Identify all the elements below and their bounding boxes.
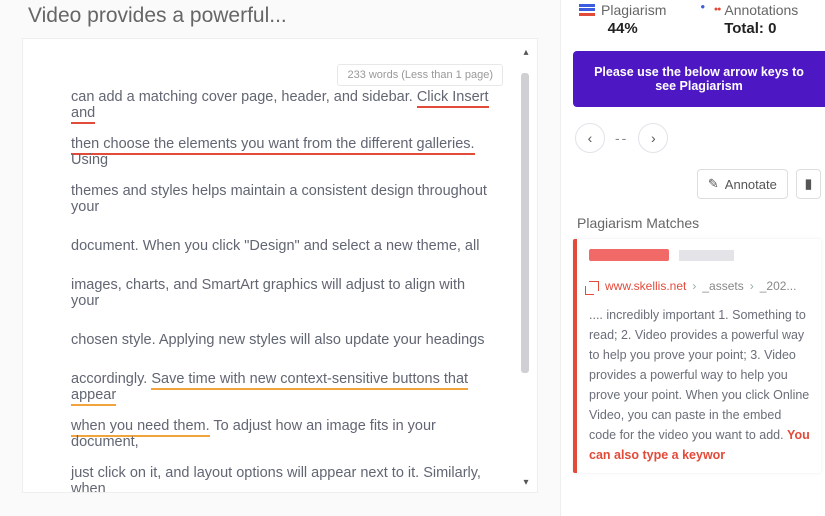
- excerpt-plain: .... incredibly important 1. Something t…: [589, 308, 809, 442]
- external-link-icon: [589, 281, 599, 291]
- document-body[interactable]: can add a matching cover page, header, a…: [23, 39, 537, 492]
- doc-line[interactable]: images, charts, and SmartArt graphics wi…: [71, 269, 489, 316]
- doc-line[interactable]: when you need them. To adjust how an ima…: [71, 410, 489, 457]
- match-card[interactable]: www.skellis.net › _assets › _202... ....…: [573, 239, 821, 473]
- annotate-button[interactable]: ✎ Annotate: [697, 169, 788, 199]
- text-plain: images, charts, and SmartArt graphics wi…: [71, 277, 465, 309]
- word-count-badge: 233 words (Less than 1 page): [337, 64, 503, 86]
- document-panel: 233 words (Less than 1 page) can add a m…: [22, 38, 538, 493]
- doc-line[interactable]: chosen style. Applying new styles will a…: [71, 316, 489, 363]
- scroll-thumb[interactable]: [521, 73, 529, 373]
- stat-annotations-label: Annotations: [724, 2, 798, 18]
- text-plain: document. When you click "Design" and se…: [71, 238, 479, 254]
- text-plain: chosen style. Applying new styles will a…: [71, 332, 485, 348]
- action-row: ✎ Annotate ▮: [573, 169, 825, 199]
- match-bar-remainder: [679, 250, 734, 261]
- stat-plagiarism: Plagiarism 44%: [579, 2, 666, 37]
- scroll-up-icon[interactable]: ▴: [521, 47, 531, 57]
- stat-annotations: Annotations Total: 0: [702, 2, 798, 37]
- edit-icon: ✎: [708, 176, 719, 192]
- scrollbar[interactable]: ▴ ▾: [521, 47, 531, 487]
- stat-plagiarism-value: 44%: [608, 18, 638, 37]
- text-highlight: then choose the elements you want from t…: [71, 136, 475, 155]
- doc-line[interactable]: then choose the elements you want from t…: [71, 128, 489, 175]
- text-plain: can add a matching cover page, header, a…: [71, 89, 417, 105]
- plagiarism-icon: [579, 4, 595, 16]
- doc-line[interactable]: accordingly. Save time with new context-…: [71, 363, 489, 410]
- prev-match-button[interactable]: ‹: [575, 123, 605, 153]
- instruction-banner: Please use the below arrow keys to see P…: [573, 51, 825, 107]
- doc-line[interactable]: just click on it, and layout options wil…: [71, 457, 489, 492]
- text-plain: just click on it, and layout options wil…: [71, 465, 481, 493]
- matches-title: Plagiarism Matches: [573, 209, 825, 239]
- chevron-right-icon: ›: [651, 130, 656, 146]
- text-plain: themes and styles helps maintain a consi…: [71, 183, 487, 215]
- breadcrumb-sep: ›: [692, 279, 696, 293]
- match-score-bar: [589, 249, 811, 261]
- source-seg2: _202...: [760, 279, 797, 293]
- source-seg1: _assets: [702, 279, 743, 293]
- match-source-link[interactable]: www.skellis.net › _assets › _202...: [589, 279, 811, 293]
- annotations-icon: [702, 4, 718, 16]
- text-plain: accordingly.: [71, 371, 151, 387]
- doc-line[interactable]: themes and styles helps maintain a consi…: [71, 175, 489, 222]
- match-bar-high: [589, 249, 669, 261]
- text-plain: Using: [71, 152, 108, 168]
- annotate-label: Annotate: [725, 177, 777, 192]
- action-icon: ▮: [805, 176, 812, 192]
- doc-line[interactable]: can add a matching cover page, header, a…: [71, 81, 489, 128]
- stats-row: Plagiarism 44% Annotations Total: 0: [573, 0, 825, 43]
- scroll-down-icon[interactable]: ▾: [521, 477, 531, 487]
- breadcrumb-sep: ›: [750, 279, 754, 293]
- match-excerpt: .... incredibly important 1. Something t…: [589, 305, 811, 465]
- doc-line[interactable]: document. When you click "Design" and se…: [71, 222, 489, 269]
- match-nav-row: ‹ -- ›: [573, 119, 825, 169]
- match-position: --: [615, 130, 628, 146]
- source-domain: www.skellis.net: [605, 279, 686, 293]
- stat-plagiarism-label: Plagiarism: [601, 2, 666, 18]
- stat-annotations-value: Total: 0: [724, 18, 776, 37]
- secondary-action-button[interactable]: ▮: [796, 169, 821, 199]
- chevron-left-icon: ‹: [588, 130, 593, 146]
- next-match-button[interactable]: ›: [638, 123, 668, 153]
- page-title: Video provides a powerful...: [0, 0, 560, 38]
